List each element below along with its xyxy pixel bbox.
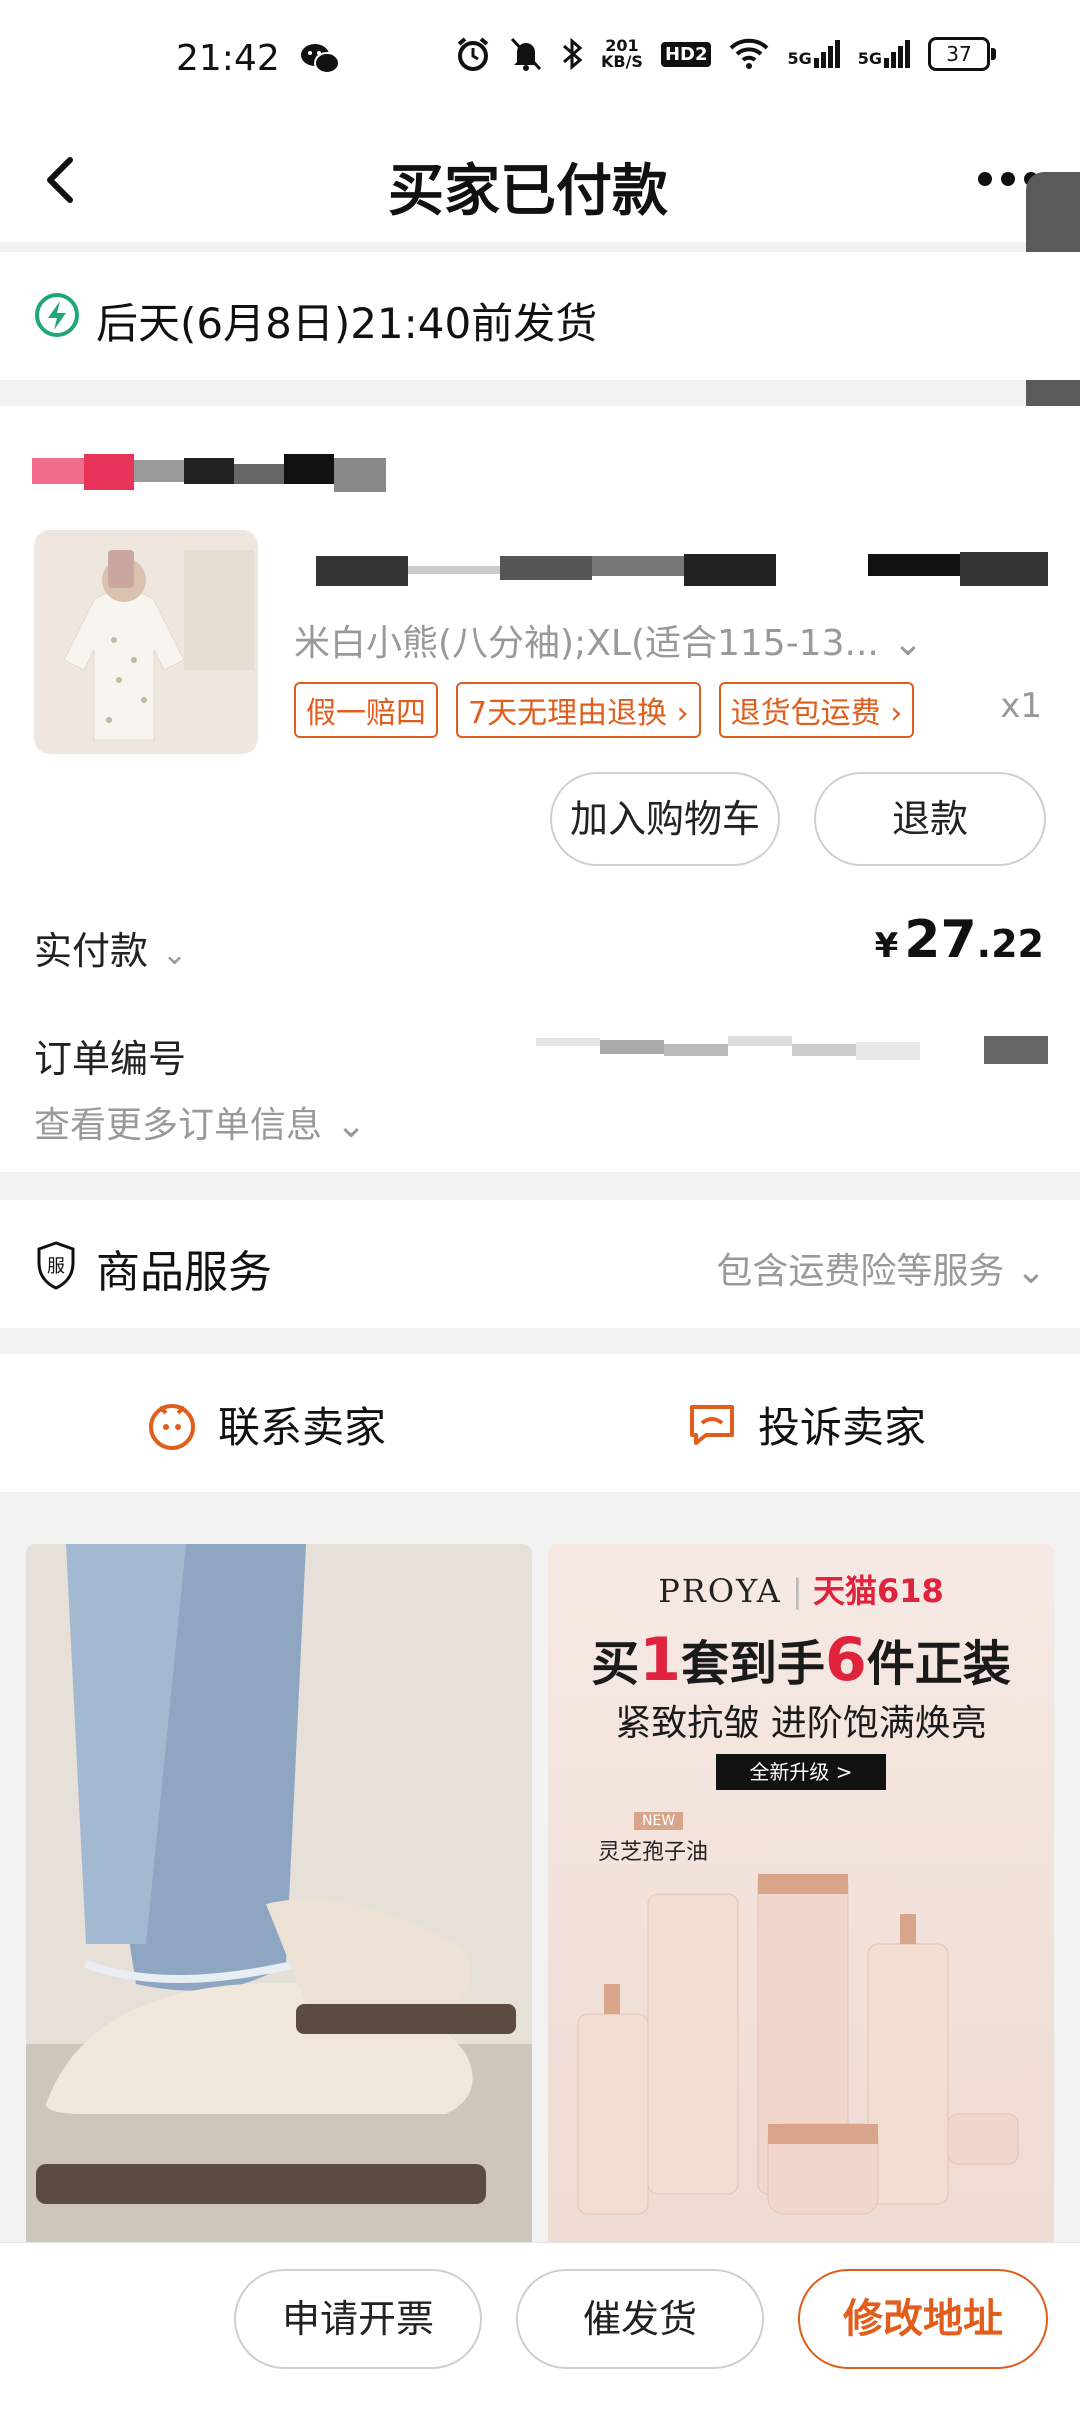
change-address-button[interactable]: 修改地址	[798, 2269, 1048, 2369]
net-speed: 201 KB/S	[600, 36, 643, 71]
lightning-icon	[35, 293, 79, 337]
shipping-info: 后天(6月8日)21:40前发货	[0, 252, 1080, 380]
contact-seller-label: 联系卖家	[218, 1403, 387, 1452]
chevron-down-icon: ⌄	[1004, 1251, 1046, 1292]
signal-5g-2: 5G	[858, 40, 910, 68]
shield-service-icon: 服	[37, 1241, 75, 1290]
bluetooth-icon	[562, 37, 583, 71]
battery-icon: 37	[928, 37, 996, 71]
tag-7day-return[interactable]: 7天无理由退换 ›	[456, 682, 701, 738]
chevron-down-icon: ⌄	[336, 1105, 367, 1146]
chevron-down-icon: ⌄	[892, 623, 923, 664]
order-card: 米白小熊(八分袖);XL(适合115-13... ⌄ 假一赔四 7天无理由退换 ›…	[0, 406, 1080, 1172]
proya-ad: PROYA | 天猫618 买1套到手6件正装 紧致抗皱 进阶饱满焕亮 全新升级…	[548, 1544, 1054, 2250]
status-bar: 21:42 201 KB/S HD2 5G 5G 37	[0, 0, 1080, 120]
chat-face-icon	[149, 1403, 195, 1450]
product-service-row[interactable]: 服 商品服务 包含运费险等服务 ⌄	[0, 1200, 1080, 1328]
shipping-deadline: 后天(6月8日)21:40前发货	[96, 299, 598, 348]
urge-shipping-button[interactable]: 催发货	[516, 2269, 764, 2369]
complain-seller-label: 投诉卖家	[758, 1403, 927, 1452]
recommendation-card-proya[interactable]: PROYA | 天猫618 买1套到手6件正装 紧致抗皱 进阶饱满焕亮 全新升级…	[548, 1544, 1054, 2250]
signal-5g-1: 5G	[787, 40, 840, 68]
order-number-redacted[interactable]	[536, 1034, 1048, 1070]
more-order-info[interactable]: 查看更多订单信息 ⌄	[34, 1096, 366, 1148]
tmall-618: 天猫618	[812, 1572, 944, 1610]
product-image[interactable]	[34, 530, 258, 754]
cosmetics-products-image	[577, 1874, 1019, 2215]
alarm-icon	[457, 37, 489, 71]
page-title: 买家已付款	[388, 159, 668, 224]
mute-bell-icon	[510, 37, 542, 71]
hd-badge: HD2	[660, 41, 712, 67]
service-summary: 包含运费险等服务 ⌄	[716, 1251, 1046, 1292]
new-badge: NEW	[634, 1812, 684, 1830]
paid-amount: ¥27.22	[874, 910, 1044, 970]
shop-name-redacted[interactable]	[32, 454, 386, 494]
proya-headline: 买1套到手6件正装	[591, 1625, 1011, 1695]
more-order-info-label: 查看更多订单信息	[34, 1105, 323, 1146]
wechat-icon	[301, 44, 340, 74]
order-number-label: 订单编号	[34, 1037, 187, 1081]
add-to-cart-button[interactable]: 加入购物车	[550, 772, 780, 866]
product-name-label: 灵芝孢子油	[598, 1840, 709, 1865]
sku-text: 米白小熊(八分袖);XL(适合115-13...	[294, 623, 879, 664]
apply-invoice-button[interactable]: 申请开票	[234, 2269, 482, 2369]
complaint-bubble-icon	[690, 1404, 734, 1445]
status-time: 21:42	[176, 38, 280, 79]
tag-return-shipping[interactable]: 退货包运费 ›	[718, 682, 915, 738]
bottom-action-bar: 申请开票 催发货 修改地址	[0, 2242, 1080, 2412]
proya-cta: 全新升级 >	[716, 1754, 886, 1790]
proya-subline: 紧致抗皱 进阶饱满焕亮	[615, 1703, 987, 1744]
service-tags: 假一赔四 7天无理由退换 › 退货包运费 ›	[294, 682, 915, 738]
complain-seller-button[interactable]: 投诉卖家	[686, 1394, 926, 1455]
product-title-redacted[interactable]	[316, 552, 1048, 592]
proya-brand: PROYA	[658, 1572, 782, 1610]
sku-selector[interactable]: 米白小熊(八分袖);XL(适合115-13... ⌄	[294, 614, 923, 666]
chevron-down-icon: ⌄	[162, 937, 188, 972]
seller-actions: 联系卖家 投诉卖家	[0, 1354, 1080, 1492]
refund-button[interactable]: 退款	[814, 772, 1046, 866]
contact-seller-button[interactable]: 联系卖家	[146, 1394, 386, 1455]
status-icons: 201 KB/S HD2 5G 5G 37	[455, 36, 996, 72]
paid-label: 实付款	[34, 929, 149, 973]
service-label: 商品服务	[96, 1247, 272, 1298]
item-quantity: x1	[1000, 686, 1042, 726]
paid-amount-toggle[interactable]: 实付款 ⌄	[34, 920, 187, 975]
wifi-icon	[730, 38, 769, 69]
tag-fake-compensation: 假一赔四	[294, 682, 438, 738]
nav-bar: 买家已付款	[0, 120, 1080, 242]
svg-text:服: 服	[47, 1256, 65, 1277]
loafer-shoes-image	[26, 1544, 532, 2250]
recommendation-card-shoes[interactable]	[26, 1544, 532, 2250]
